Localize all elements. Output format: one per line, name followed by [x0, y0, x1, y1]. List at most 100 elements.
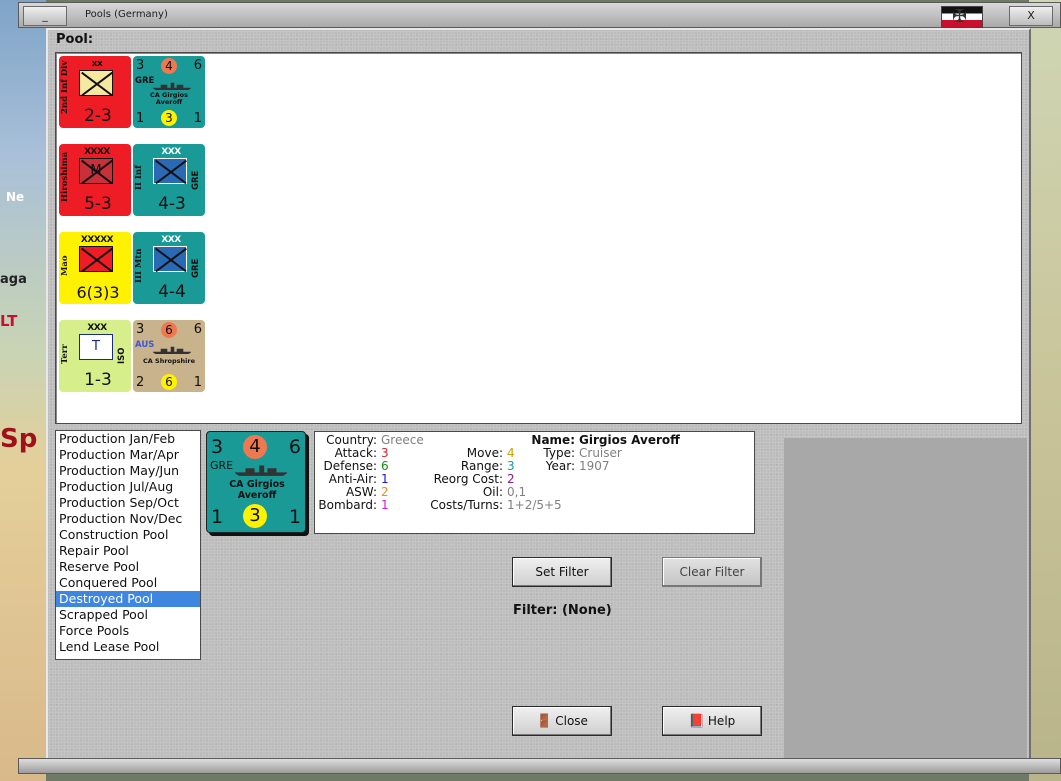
map-background-right: [1029, 0, 1061, 781]
pool-list-item[interactable]: Production Sep/Oct: [56, 495, 200, 511]
ship-value: 1: [136, 111, 145, 126]
map-background-left: Ne aga LT Sp: [0, 0, 46, 781]
ship-value: 3: [136, 322, 145, 337]
counter-nation: GRE: [191, 258, 201, 278]
counter-size: XXX: [161, 235, 181, 245]
detail-pane: [784, 438, 1027, 764]
pool-label: Pool:: [56, 32, 94, 47]
close-button[interactable]: 🚪 Close: [512, 706, 612, 736]
ship-defense: 3: [243, 504, 267, 528]
german-flag-icon: [941, 6, 983, 28]
unit-counter[interactable]: Terr ISO XXX T 1-3: [59, 320, 131, 392]
map-label: LT: [0, 312, 18, 330]
pool-list-item[interactable]: Force Pools: [56, 623, 200, 639]
help-button[interactable]: 📕 Help: [662, 706, 762, 736]
ship-counter[interactable]: 3 4 6 GRE CA Girgios Averoff 1 3 1: [133, 56, 205, 128]
window-title: Pools (Germany): [85, 9, 168, 20]
ship-value: 6: [193, 58, 202, 73]
ship-nation: AUS: [135, 340, 155, 350]
map-label: Sp: [0, 424, 38, 454]
costs-turns-label: Costs/Turns:: [430, 498, 503, 512]
costs-turns-value: 1+2/5+5: [507, 498, 562, 512]
ship-attack: 6: [161, 322, 177, 338]
mountain-symbol-icon: [153, 246, 187, 272]
territorial-symbol-icon: T: [79, 334, 113, 360]
pool-list-item[interactable]: Lend Lease Pool: [56, 639, 200, 655]
pool-list-item[interactable]: Production Jan/Feb: [56, 431, 200, 447]
filter-status: Filter: (None): [513, 603, 612, 618]
map-label: Ne: [6, 190, 25, 204]
ship-silhouette-icon: [235, 465, 287, 476]
counter-strength: 6(3)3: [76, 283, 120, 302]
pool-list-item-selected[interactable]: Destroyed Pool: [56, 591, 200, 607]
pool-area[interactable]: 2nd Inf Div xx 2-3 3 4 6 GRE CA Girgios …: [55, 52, 1022, 424]
ship-silhouette-icon: [153, 82, 191, 90]
pool-list-item[interactable]: Production May/Jun: [56, 463, 200, 479]
year-label: Year:: [545, 459, 575, 473]
counter-nation: ISO: [117, 347, 127, 365]
counter-size: XXX: [161, 147, 181, 157]
counter-strength: 1-3: [84, 370, 112, 390]
door-exit-icon: 🚪: [536, 714, 553, 729]
pools-window: Pool: 2nd Inf Div xx 2-3 3 4 6 GRE CA Gi…: [46, 28, 1031, 770]
title-bar: _ Pools (Germany) X: [18, 2, 1061, 28]
clear-filter-button[interactable]: Clear Filter: [662, 557, 762, 587]
close-button-label: Close: [555, 714, 588, 728]
counter-unit-name: 2nd Inf Div: [60, 60, 70, 114]
pool-list-item[interactable]: Reserve Pool: [56, 559, 200, 575]
counter-strength: 4-3: [158, 194, 186, 214]
window-bottom-frame: [18, 758, 1061, 774]
ship-value: 1: [193, 375, 202, 390]
counter-strength: 5-3: [84, 194, 112, 214]
pool-list-item[interactable]: Repair Pool: [56, 543, 200, 559]
ship-value: 3: [211, 436, 224, 458]
unit-counter[interactable]: 2nd Inf Div xx 2-3: [59, 56, 131, 128]
pool-list[interactable]: Production Jan/Feb Production Mar/Apr Pr…: [55, 430, 201, 660]
pool-list-item[interactable]: Production Mar/Apr: [56, 447, 200, 463]
ship-name: CA Girgios Averoff: [149, 91, 189, 106]
counter-strength: 4-4: [158, 282, 186, 302]
unit-counter[interactable]: II Inf GRE XXX 4-3: [133, 144, 205, 216]
pool-list-item[interactable]: Scrapped Pool: [56, 607, 200, 623]
ship-value: 3: [136, 58, 145, 73]
infantry-symbol-icon: [79, 246, 113, 272]
ship-nation: GRE: [210, 459, 234, 472]
counter-size: XXX: [87, 323, 107, 333]
unit-counter[interactable]: III Mtn GRE XXX 4-4: [133, 232, 205, 304]
ship-name: CA Girgios Averoff: [229, 479, 285, 501]
close-window-button[interactable]: X: [1009, 6, 1053, 26]
unit-counter[interactable]: Mao XXXXX 6(3)3: [59, 232, 131, 304]
ship-value: 1: [211, 506, 224, 528]
minimize-button[interactable]: _: [23, 6, 67, 26]
counter-unit-name: III Mtn: [134, 248, 144, 284]
counter-mark: M: [90, 163, 102, 178]
pool-list-item[interactable]: Production Nov/Dec: [56, 511, 200, 527]
counter-size: xx: [91, 59, 103, 69]
map-label: aga: [0, 272, 27, 287]
infantry-symbol-icon: [153, 158, 187, 184]
ship-attack: 4: [161, 58, 177, 74]
pool-list-item[interactable]: Construction Pool: [56, 527, 200, 543]
ship-attack: 4: [243, 435, 267, 459]
ship-counter[interactable]: 3 6 6 AUS CA Shropshire 2 6 1: [133, 320, 205, 392]
help-button-label: Help: [707, 714, 736, 728]
bombard-label: Bombard:: [318, 498, 377, 512]
counter-unit-name: Mao: [60, 255, 70, 277]
pool-list-item[interactable]: Production Jul/Aug: [56, 479, 200, 495]
ship-defense: 3: [161, 110, 177, 126]
counter-size: XXXXX: [80, 235, 114, 245]
unit-info-panel: Country: Greece Attack: 3 Defense: 6 Anti-A…: [314, 431, 755, 534]
ship-value: 2: [136, 375, 145, 390]
infantry-symbol-icon: [79, 70, 113, 96]
set-filter-button[interactable]: Set Filter: [512, 557, 612, 587]
ship-defense: 6: [161, 374, 177, 390]
counter-size: XXXX: [84, 147, 110, 157]
book-icon: 📕: [688, 714, 705, 729]
ship-value: 1: [288, 506, 301, 528]
unit-counter[interactable]: Hiroshima XXXX M 5-3: [59, 144, 131, 216]
pool-list-item[interactable]: Conquered Pool: [56, 575, 200, 591]
counter-strength: 2-3: [84, 106, 112, 126]
year-value: 1907: [579, 459, 610, 473]
militia-symbol-icon: M: [79, 158, 113, 184]
counter-mark: T: [92, 339, 100, 354]
